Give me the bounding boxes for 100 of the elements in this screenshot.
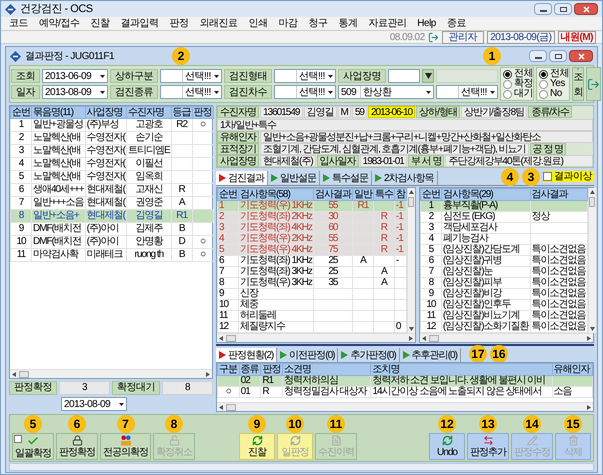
menu-item[interactable]: 통계 [338,18,358,30]
scrollbar-thumb[interactable] [19,370,29,378]
input-field[interactable] [388,69,420,83]
exit-icon[interactable] [428,32,439,42]
column-header[interactable]: 참 [394,188,406,200]
table-row[interactable]: 6 생애40세+++ 현대제철( 고재신 R [10,184,214,196]
action-button[interactable]: 진찰 [239,433,275,460]
scroll-left-icon[interactable] [219,336,224,340]
scroll-right-icon[interactable] [205,372,210,376]
action-button[interactable]: 판정확정 [56,433,98,460]
column-header[interactable]: 구분 [218,364,240,376]
table-row[interactable]: 8 일반+소음+ 현대제철( 김영길 R1 [10,210,214,222]
select-field[interactable]: 선택!!! [160,69,222,83]
column-header[interactable]: 순번 [218,188,238,200]
action-button[interactable]: 일괄확정 [12,433,54,460]
scrollbar-thumb[interactable] [226,334,236,342]
radio-button[interactable] [539,80,548,88]
radio-button[interactable] [539,90,548,98]
radio-button[interactable] [539,70,548,78]
column-header[interactable]: 판정 [192,106,214,118]
tab[interactable]: 검진결과 [216,171,268,185]
table-row[interactable]: 11 마약검사확 미래테크 ruong th B ○ [10,248,214,262]
radio-button[interactable] [503,90,512,98]
table-row[interactable]: 10 DMF(배치전 (주)아이 안명황 D ○ [10,236,214,248]
table-row[interactable]: 2 노말헥산(배 수영전자( 손기순 [10,132,214,144]
table-row[interactable]: 8 기도청력(우) 3KHz 35 A [218,278,406,288]
table-row[interactable]: 5 기도청력(우) 4KHz 75 R -1 [218,244,406,256]
scroll-left-icon[interactable] [422,336,427,340]
table-row[interactable]: 02 R1 청력저하의심 청력저하 소견 보입니다. 생활에 불편시 이비 [218,376,592,386]
search-button[interactable]: 조회 [572,67,584,101]
scrollbar-thumb[interactable] [226,404,236,410]
table-row[interactable]: 1 흉부직촬(P-A) [420,200,588,212]
menu-item[interactable]: 외래진료 [199,18,238,30]
scroll-left-icon[interactable] [219,404,224,410]
minimize-button[interactable] [529,50,547,62]
table-row[interactable]: 6 기도청력(좌) 1KHz 25 A - [218,256,406,266]
date-field[interactable]: 2013-08-09 [42,85,108,99]
column-header[interactable]: 일반 [352,188,374,200]
table-row[interactable]: 5 노말헥산(배 수영전자( 임옥희 [10,170,214,184]
column-header[interactable]: 검사항목(29) [441,188,530,200]
table-row[interactable]: 4 기도청력(우) 2KHz 55 R -1 [218,234,406,244]
menu-item[interactable]: Help [417,18,436,30]
dropdown-button[interactable] [422,69,434,83]
menu-item[interactable]: 마감 [278,18,298,30]
scroll-right-icon[interactable] [408,336,413,340]
tab[interactable]: 특수설문 [320,171,372,185]
radio-button[interactable] [503,80,512,88]
exit-button[interactable] [586,67,601,101]
column-header[interactable]: 검사결과 [530,188,588,200]
close-button[interactable] [569,50,593,62]
column-header[interactable]: 특수 [373,188,394,200]
column-header[interactable]: 판정 [260,364,282,376]
column-header[interactable]: 묶음명(11) [32,106,86,118]
scrollbar-thumb[interactable] [428,334,439,342]
menu-item[interactable]: 진찰 [90,18,110,30]
action-button[interactable]: 전공의확정 [100,433,151,460]
maximize-button[interactable] [554,3,572,15]
menu-item[interactable]: 자료관리 [368,18,406,30]
horizontal-scrollbar[interactable] [217,333,415,342]
menu-item[interactable]: 인쇄 [248,18,268,30]
column-header[interactable]: 검사항목(58) [238,188,314,200]
maximize-button[interactable] [549,50,567,62]
tab[interactable]: 2차검사항목 [372,171,438,185]
column-header[interactable]: 종류 [239,364,261,376]
scroll-up-icon[interactable] [590,190,595,195]
minimize-button[interactable] [534,3,552,15]
table-row[interactable]: 7 기도청력(좌) 3KHz 25 A [218,266,406,278]
menu-item[interactable]: 결과입력 [120,18,158,30]
table-row[interactable]: ○ 01 R 청력정밀검사 대상자 14시간이상 소음에 노출되지 않은 상태에서 소음 [218,386,592,398]
column-header[interactable]: 유해인자 [552,364,592,376]
table-row[interactable]: 1 일반+광물성 (주)부성 고광호 R2 ○ [10,118,214,132]
menu-item[interactable]: 예약/접수 [39,18,80,30]
column-header[interactable]: 검사결과 [313,188,352,200]
horizontal-scrollbar[interactable] [10,369,212,378]
menu-item[interactable]: 종료 [446,18,466,30]
column-header[interactable]: 조치명 [370,364,552,376]
radio-button[interactable] [503,70,512,78]
select-field[interactable]: 선택!!! [436,85,498,99]
tab[interactable]: 판정현황(2) [216,348,278,362]
select-field[interactable]: 509 한상환 [338,85,434,99]
column-header[interactable]: 소견명 [282,364,371,376]
scroll-down-icon[interactable] [408,326,414,331]
table-row[interactable]: 11 허리둘레 [218,310,406,322]
menu-item[interactable]: 청구 [308,18,328,30]
scrollbar-thumb[interactable] [408,197,414,207]
table-row[interactable]: 9 신장 [218,288,406,300]
column-header[interactable]: 등급 [171,106,192,118]
action-button[interactable]: Undo [429,433,465,460]
tab[interactable]: 일반설문 [268,171,320,185]
scroll-right-icon[interactable] [586,404,591,410]
checkbox[interactable] [543,172,552,181]
column-header[interactable]: 순번 [420,188,442,200]
table-row[interactable]: 3 기도청력(좌) 4KHz 60 R -1 [218,222,406,234]
column-header[interactable]: 수진자명 [126,106,172,118]
table-row[interactable]: 3 노말헥산(배 수영전자( 트티디엠E [10,144,214,158]
column-header[interactable]: 순번 [10,106,32,118]
horizontal-scrollbar[interactable] [217,402,593,411]
table-row[interactable]: 2 기도청력(좌) 2KHz 30 R -1 [218,212,406,222]
scroll-left-icon[interactable] [12,372,17,376]
action-button[interactable]: 판정추가 [467,433,509,460]
